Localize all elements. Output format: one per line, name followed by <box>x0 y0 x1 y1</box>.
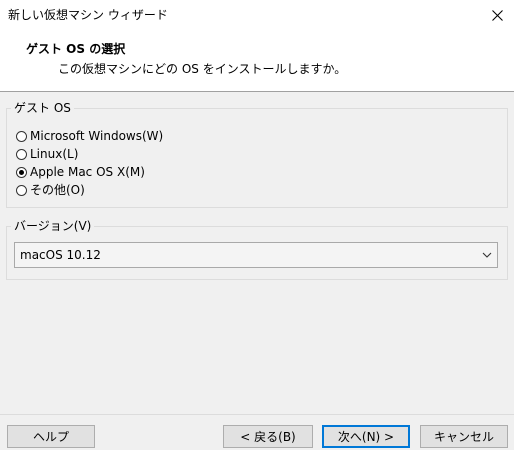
radio-circle <box>16 184 27 196</box>
help-button[interactable]: ヘルプ <box>7 425 95 448</box>
title-bar: 新しい仮想マシン ウィザード <box>0 0 514 30</box>
guest-os-group-label: ゲスト OS <box>11 101 74 115</box>
radio-circle-selected <box>16 166 27 178</box>
radio-label: Apple Mac OS X(M) <box>30 165 145 179</box>
chevron-down-icon <box>482 252 492 258</box>
radio-circle <box>16 130 27 142</box>
radio-linux[interactable]: Linux(L) <box>16 146 78 162</box>
cancel-button[interactable]: キャンセル <box>420 425 508 448</box>
footer-separator <box>0 414 514 415</box>
version-dropdown[interactable]: macOS 10.12 <box>14 242 498 268</box>
close-icon <box>491 9 503 21</box>
close-button[interactable] <box>480 0 514 30</box>
next-button[interactable]: 次へ(N) > <box>322 425 410 448</box>
page-title: ゲスト OS の選択 <box>26 42 126 56</box>
version-group-label: バージョン(V) <box>11 219 95 233</box>
radio-circle <box>16 148 27 160</box>
radio-other[interactable]: その他(O) <box>16 182 85 198</box>
wizard-window: 新しい仮想マシン ウィザード ゲスト OS の選択 この仮想マシンにどの OS … <box>0 0 514 450</box>
radio-label: Linux(L) <box>30 147 79 161</box>
radio-apple-mac-os-x[interactable]: Apple Mac OS X(M) <box>16 164 145 180</box>
radio-label: Microsoft Windows(W) <box>30 129 164 143</box>
radio-microsoft-windows[interactable]: Microsoft Windows(W) <box>16 128 163 144</box>
wizard-header: ゲスト OS の選択 この仮想マシンにどの OS をインストールしますか。 <box>0 30 514 92</box>
radio-label: その他(O) <box>30 183 85 197</box>
back-button[interactable]: < 戻る(B) <box>223 425 313 448</box>
window-title: 新しい仮想マシン ウィザード <box>8 8 168 22</box>
version-dropdown-value: macOS 10.12 <box>20 248 101 262</box>
page-subtitle: この仮想マシンにどの OS をインストールしますか。 <box>58 62 347 76</box>
